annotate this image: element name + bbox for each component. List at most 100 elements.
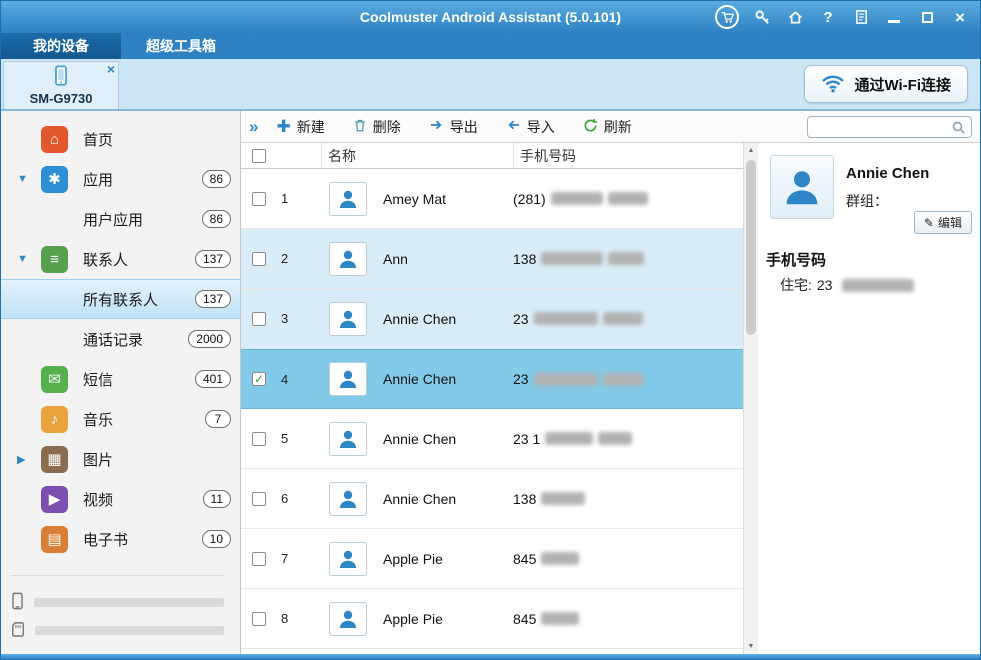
sidebar-item-sms[interactable]: ✉ 短信 401 bbox=[1, 359, 240, 399]
collapse-sidebar-icon[interactable]: » bbox=[249, 117, 258, 137]
device-close-icon[interactable]: × bbox=[107, 62, 115, 76]
sidebar: ⌂ 首页 ▼ ✱ 应用 86 用户应用 86 ▼ ≡ 联系人 137 所有联系人… bbox=[1, 111, 241, 654]
register-doc-icon[interactable] bbox=[851, 7, 871, 27]
select-all-checkbox[interactable] bbox=[252, 148, 266, 163]
help-icon[interactable]: ? bbox=[818, 7, 838, 27]
count-badge: 10 bbox=[201, 530, 231, 548]
column-header-name[interactable]: 名称 bbox=[321, 143, 513, 168]
export-button[interactable]: 导出 bbox=[429, 117, 478, 137]
sidebar-item-icon: ≡ bbox=[41, 245, 68, 273]
table-row[interactable]: 6 Annie Chen 138 bbox=[241, 469, 743, 529]
sidebar-item-all-contacts[interactable]: 所有联系人 137 bbox=[1, 279, 240, 319]
table-row[interactable]: 7 Apple Pie 845 bbox=[241, 529, 743, 589]
contacts-toolbar: » ✚ 新建 删除 导出 导入 刷新 bbox=[241, 111, 980, 143]
table-row[interactable]: 2 Ann 138 bbox=[241, 229, 743, 289]
column-header-phone[interactable]: 手机号码 bbox=[513, 143, 743, 168]
close-icon[interactable]: × bbox=[950, 7, 970, 27]
person-icon bbox=[786, 171, 818, 205]
table-row[interactable]: 5 Annie Chen 23 1 bbox=[241, 409, 743, 469]
wifi-connect-label: 通过Wi-Fi连接 bbox=[854, 76, 951, 94]
sidebar-item-home[interactable]: ⌂ 首页 bbox=[1, 119, 240, 159]
plus-icon: ✚ bbox=[276, 117, 291, 136]
sidebar-item-label: 视频 bbox=[83, 491, 114, 509]
import-arrow-icon bbox=[506, 118, 521, 135]
scroll-up-icon[interactable]: ▲ bbox=[744, 143, 758, 158]
tab-super-toolkit[interactable]: 超级工具箱 bbox=[121, 33, 241, 59]
expand-arrow-icon[interactable]: ▶ bbox=[17, 453, 41, 466]
contact-name: Ann bbox=[383, 250, 408, 267]
maximize-icon[interactable] bbox=[917, 7, 937, 27]
expand-arrow-icon[interactable]: ▼ bbox=[17, 173, 41, 185]
redacted-blur bbox=[842, 278, 915, 292]
phone-storage-bar bbox=[34, 597, 224, 607]
vertical-scrollbar[interactable]: ▲ ▼ bbox=[743, 143, 758, 654]
sidebar-item-icon: ▦ bbox=[41, 445, 68, 473]
contact-name: Annie Chen bbox=[383, 371, 457, 387]
sidebar-item-videos[interactable]: ▶ 视频 11 bbox=[1, 479, 240, 519]
count-badge: 7 bbox=[205, 410, 231, 428]
tab-my-device[interactable]: 我的设备 bbox=[1, 33, 121, 59]
row-checkbox[interactable] bbox=[252, 191, 266, 206]
import-button[interactable]: 导入 bbox=[506, 117, 555, 137]
row-checkbox[interactable] bbox=[252, 372, 266, 386]
device-strip: × SM-G9730 通过Wi-Fi连接 bbox=[1, 59, 980, 111]
sidebar-item-call-logs[interactable]: 通话记录 2000 bbox=[1, 319, 240, 359]
person-icon bbox=[340, 310, 356, 328]
person-icon bbox=[340, 430, 356, 448]
sidebar-item-contacts[interactable]: ▼ ≡ 联系人 137 bbox=[1, 239, 240, 279]
sidebar-item-apps[interactable]: ▼ ✱ 应用 86 bbox=[1, 159, 240, 199]
wifi-connect-button[interactable]: 通过Wi-Fi连接 bbox=[804, 65, 968, 103]
table-row[interactable]: 1 Amey Mat (281) bbox=[241, 169, 743, 229]
edit-button[interactable]: ✎ 编辑 bbox=[913, 211, 972, 234]
refresh-button[interactable]: 刷新 bbox=[583, 117, 632, 137]
home-phone-label: 住宅: bbox=[780, 277, 812, 293]
expand-arrow-icon[interactable]: ▼ bbox=[17, 253, 41, 265]
contact-avatar bbox=[329, 541, 367, 576]
contact-phone: 23 bbox=[513, 371, 743, 387]
scrollbar-thumb[interactable] bbox=[746, 160, 756, 335]
count-badge: 11 bbox=[202, 490, 231, 508]
row-checkbox[interactable] bbox=[252, 311, 266, 326]
device-tab[interactable]: × SM-G9730 bbox=[3, 61, 119, 109]
table-row[interactable]: 4 Annie Chen 23 bbox=[241, 349, 743, 409]
contact-phone: 845 bbox=[513, 611, 743, 627]
key-icon[interactable] bbox=[752, 7, 772, 27]
redacted-blur bbox=[541, 252, 604, 265]
row-checkbox[interactable] bbox=[252, 431, 266, 446]
home-phone-row: 住宅: 23 bbox=[780, 275, 915, 295]
minimize-icon[interactable] bbox=[884, 7, 904, 27]
detail-group-label: 群组： bbox=[846, 193, 888, 209]
redacted-blur bbox=[608, 252, 645, 265]
refresh-icon bbox=[583, 118, 598, 136]
sidebar-item-label: 短信 bbox=[83, 371, 114, 389]
sidebar-item-user-apps[interactable]: 用户应用 86 bbox=[1, 199, 240, 239]
contact-phone: 138 bbox=[513, 491, 743, 507]
contact-avatar bbox=[329, 301, 367, 336]
sidebar-item-music[interactable]: ♪ 音乐 7 bbox=[1, 399, 240, 439]
sidebar-item-photos[interactable]: ▶ ▦ 图片 bbox=[1, 439, 240, 479]
delete-button[interactable]: 删除 bbox=[353, 117, 401, 137]
contact-name: Apple Pie bbox=[383, 550, 443, 567]
row-checkbox[interactable] bbox=[252, 491, 266, 506]
sidebar-item-ebooks[interactable]: ▤ 电子书 10 bbox=[1, 519, 240, 559]
row-number: 6 bbox=[281, 491, 289, 506]
table-row[interactable]: 3 Annie Chen 23 bbox=[241, 289, 743, 349]
contact-phone: 845 bbox=[513, 551, 743, 567]
row-checkbox[interactable] bbox=[252, 611, 266, 626]
row-checkbox[interactable] bbox=[252, 551, 266, 566]
row-checkbox[interactable] bbox=[252, 251, 266, 266]
contact-phone: 23 bbox=[513, 311, 743, 327]
store-cart-icon[interactable] bbox=[715, 5, 739, 29]
count-badge: 137 bbox=[194, 250, 231, 268]
count-badge: 137 bbox=[194, 290, 231, 308]
home-icon[interactable] bbox=[785, 7, 805, 27]
table-row[interactable]: 8 Apple Pie 845 bbox=[241, 589, 743, 649]
detail-avatar bbox=[770, 155, 834, 219]
search-icon[interactable] bbox=[951, 120, 967, 136]
search-input[interactable] bbox=[808, 116, 971, 137]
scroll-down-icon[interactable]: ▼ bbox=[744, 639, 758, 654]
new-button[interactable]: ✚ 新建 bbox=[276, 117, 324, 137]
redacted-blur bbox=[533, 372, 598, 386]
sidebar-item-label: 图片 bbox=[83, 451, 114, 469]
person-icon bbox=[340, 190, 356, 208]
